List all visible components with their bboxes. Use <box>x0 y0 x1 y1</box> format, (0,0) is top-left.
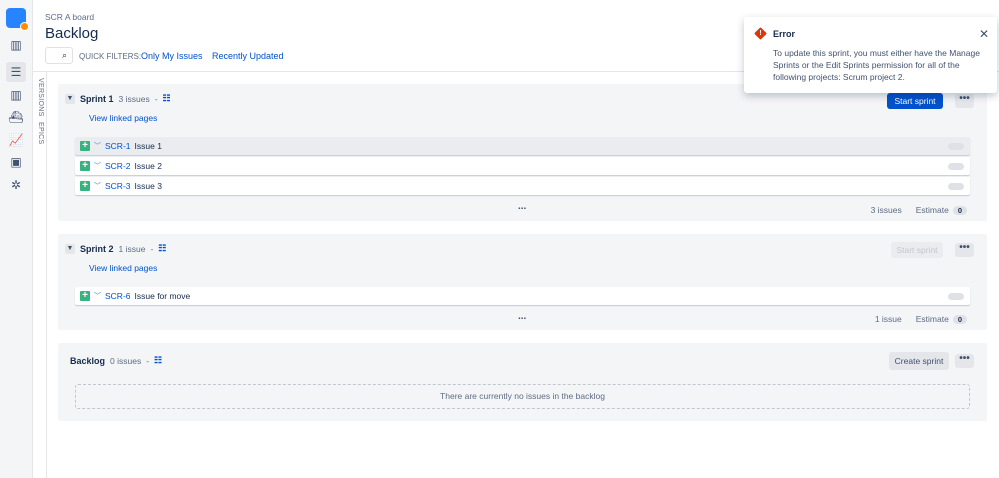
footer-issue-count: 1 issue <box>874 314 902 324</box>
issue-key[interactable]: SCR-1 <box>105 141 131 151</box>
drag-handle[interactable]: ... <box>518 311 526 322</box>
sprint-name[interactable]: Sprint 2 <box>80 244 114 254</box>
page-title: Backlog <box>45 25 99 42</box>
create-sprint-button[interactable]: Create sprint <box>889 352 949 370</box>
backlog-count: 0 issues <box>110 355 142 366</box>
view-linked-pages-link[interactable]: View linked pages <box>89 113 157 123</box>
story-icon: + <box>80 141 90 151</box>
issue-summary: Issue 1 <box>134 141 162 151</box>
addons-icon[interactable]: ✲ <box>6 175 26 195</box>
backlog-name: Backlog <box>70 355 106 366</box>
empty-backlog-message: There are currently no issues in the bac… <box>75 384 970 409</box>
estimate-pill <box>948 142 964 150</box>
issue-row[interactable]: + ﹀ SCR-1 Issue 1 <box>75 137 970 155</box>
more-actions-button[interactable]: ••• <box>955 94 974 108</box>
error-icon: ! <box>754 27 767 40</box>
error-title: Error <box>773 29 796 39</box>
story-icon: + <box>80 291 90 301</box>
breadcrumb[interactable]: SCR A board <box>45 12 94 22</box>
sprint-name[interactable]: Sprint 1 <box>80 94 114 104</box>
more-actions-button[interactable]: ••• <box>955 243 974 257</box>
issue-key[interactable]: SCR-3 <box>105 181 131 191</box>
more-actions-button[interactable]: ••• <box>955 354 974 368</box>
search-input[interactable]: ⌕ <box>45 47 73 64</box>
issue-row[interactable]: + ﹀ SCR-6 Issue for move <box>75 287 970 305</box>
estimate-badge: 0 <box>952 315 967 324</box>
separator: - <box>154 93 158 104</box>
start-sprint-button[interactable]: Start sprint <box>891 242 943 258</box>
error-flag: ! Error ✕ To update this sprint, you mus… <box>744 17 997 93</box>
sprint-count: 3 issues <box>118 93 150 104</box>
quick-filters-label: QUICK FILTERS: <box>79 52 142 61</box>
issue-summary: Issue 2 <box>134 161 162 171</box>
sprint-2-container: ▼ Sprint 2 1 issue - ☷ View linked pages… <box>58 234 987 330</box>
collapse-icon[interactable]: ▼ <box>65 93 75 104</box>
issues-icon[interactable]: ▣ <box>6 152 26 172</box>
separator: - <box>150 243 154 254</box>
tab-epics[interactable]: EPICS <box>34 122 44 145</box>
collapse-icon[interactable]: ▼ <box>65 243 75 254</box>
roadmap-icon[interactable]: ▥ <box>6 35 26 55</box>
backlog-container: Backlog 0 issues - ☷ Create sprint ••• T… <box>58 343 987 421</box>
backlog-icon[interactable]: ☰ <box>6 62 26 82</box>
issue-summary: Issue for move <box>134 291 191 301</box>
releases-icon[interactable]: ⛴ <box>6 107 26 127</box>
error-message: To update this sprint, you must either h… <box>773 48 980 82</box>
separator: - <box>146 355 150 366</box>
start-sprint-button[interactable]: Start sprint <box>887 93 943 109</box>
drag-handle[interactable]: ... <box>518 201 526 212</box>
sprint-details-icon[interactable]: ☷ <box>158 243 166 254</box>
priority-icon: ﹀ <box>94 293 101 300</box>
priority-icon: ﹀ <box>94 163 101 170</box>
issue-row[interactable]: + ﹀ SCR-3 Issue 3 <box>75 177 970 195</box>
sprint-details-icon[interactable]: ☷ <box>163 93 171 104</box>
board-icon[interactable]: ▥ <box>6 85 26 105</box>
close-icon[interactable]: ✕ <box>979 27 989 41</box>
issue-row[interactable]: + ﹀ SCR-2 Issue 2 <box>75 157 970 175</box>
estimate-pill <box>948 292 964 300</box>
priority-icon: ﹀ <box>94 183 101 190</box>
estimate-pill <box>948 182 964 190</box>
priority-icon: ﹀ <box>94 143 101 150</box>
filter-only-my-issues[interactable]: Only My Issues <box>141 51 203 61</box>
issue-key[interactable]: SCR-2 <box>105 161 131 171</box>
search-icon: ⌕ <box>61 50 67 60</box>
story-icon: + <box>80 181 90 191</box>
estimate-badge: 0 <box>952 206 967 215</box>
reports-icon[interactable]: 📈 <box>6 130 26 150</box>
issue-key[interactable]: SCR-6 <box>105 291 131 301</box>
footer-issue-count: 3 issues <box>870 205 902 215</box>
sidebar: ▥ ☰ ▥ ⛴ 📈 ▣ ✲ <box>0 0 33 478</box>
sprint-count: 1 issue <box>118 243 146 254</box>
view-linked-pages-link[interactable]: View linked pages <box>89 263 157 273</box>
backlog-details-icon[interactable]: ☷ <box>154 355 162 366</box>
story-icon: + <box>80 161 90 171</box>
project-logo[interactable] <box>6 8 29 31</box>
tab-versions[interactable]: VERSIONS <box>34 78 44 117</box>
badge-icon <box>20 22 29 31</box>
estimate-pill <box>948 162 964 170</box>
filter-recently-updated[interactable]: Recently Updated <box>212 51 284 61</box>
divider <box>46 72 47 478</box>
estimate-label: Estimate <box>915 314 949 324</box>
issue-summary: Issue 3 <box>134 181 162 191</box>
estimate-label: Estimate <box>915 205 949 215</box>
sprint-1-container: ▼ Sprint 1 3 issues - ☷ View linked page… <box>58 84 987 221</box>
